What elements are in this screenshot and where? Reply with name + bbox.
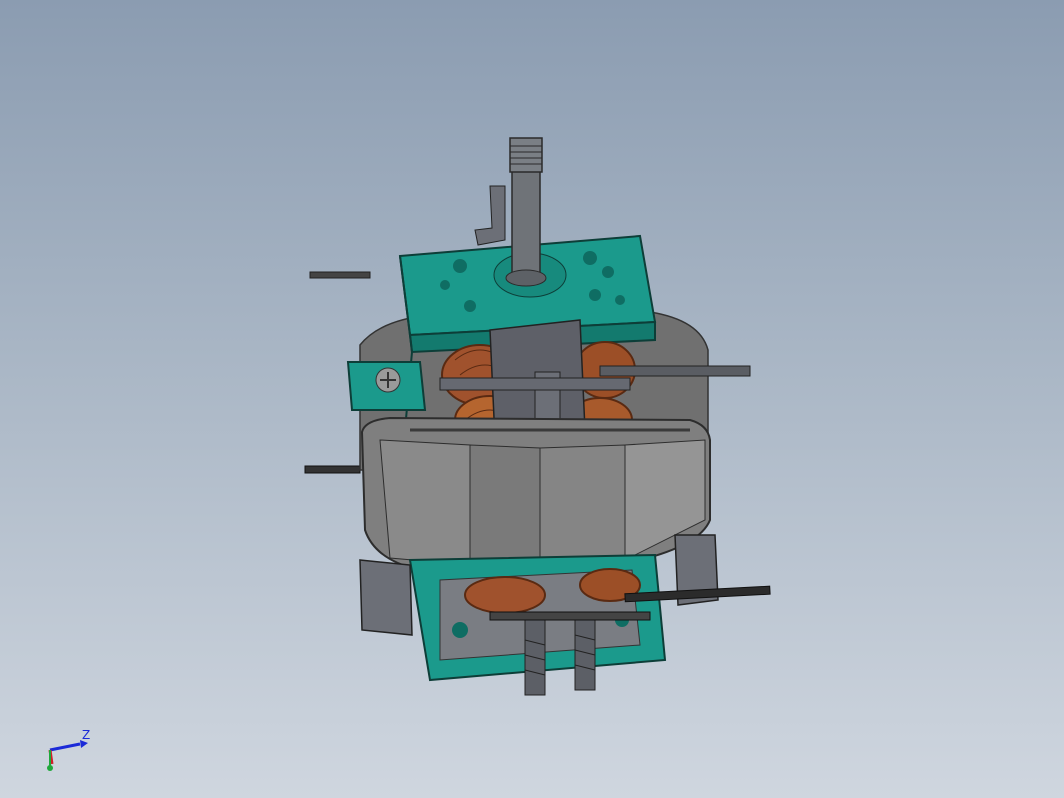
top-clip (474, 185, 506, 246)
triad-z-label: Z (82, 728, 91, 742)
left-flange (346, 361, 427, 411)
cad-viewport[interactable]: Z (0, 0, 1064, 798)
stator-front (360, 416, 711, 572)
orientation-triad[interactable]: Z (38, 728, 98, 778)
motor-model[interactable] (0, 0, 1064, 798)
motor-shaft (505, 137, 547, 287)
